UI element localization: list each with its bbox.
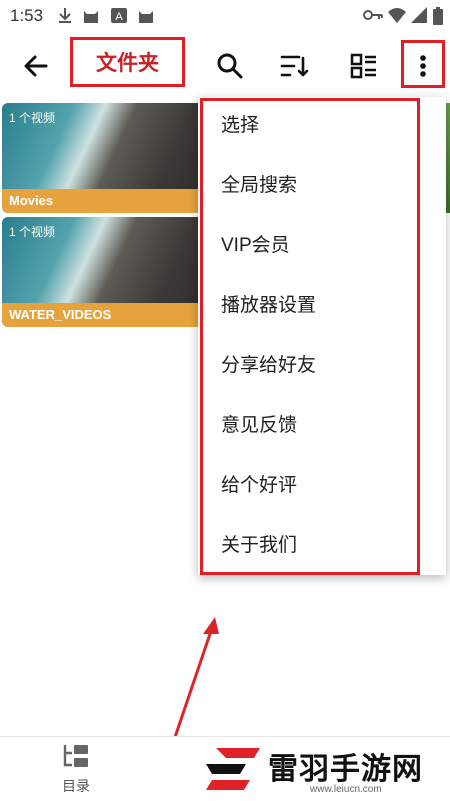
watermark-url: www.leiucn.com xyxy=(310,784,382,795)
menu-item-share[interactable]: 分享给好友 xyxy=(221,346,316,386)
svg-text:A: A xyxy=(115,11,123,23)
status-bar: 1:53 A xyxy=(0,0,450,32)
nav-item-directory[interactable]: 目录 xyxy=(48,743,104,796)
nav-label: 目录 xyxy=(62,778,90,794)
list-view-icon[interactable] xyxy=(346,48,382,84)
key-icon xyxy=(363,10,383,20)
search-icon[interactable] xyxy=(212,48,248,84)
battery-icon xyxy=(433,7,443,25)
video-count: 1 个视频 xyxy=(9,111,56,125)
cat-icon xyxy=(84,11,98,23)
folder-name: Movies xyxy=(2,189,212,213)
menu-item-global-search[interactable]: 全局搜索 xyxy=(221,166,297,206)
folder-card[interactable]: 1 个视频 Movies xyxy=(2,103,212,213)
watermark: 雷羽手游网 www.leiucn.com xyxy=(200,738,450,800)
more-vertical-icon[interactable] xyxy=(405,48,441,84)
download-icon xyxy=(59,8,71,23)
watermark-text: 雷羽手游网 xyxy=(268,753,423,786)
page-title-text: 文件夹 xyxy=(96,52,159,75)
menu-item-feedback[interactable]: 意见反馈 xyxy=(221,406,297,446)
app-bar: 文件夹 xyxy=(0,34,450,98)
menu-item-vip[interactable]: VIP会员 xyxy=(221,226,290,266)
directory-icon xyxy=(63,745,88,767)
folder-name: WATER_VIDEOS xyxy=(2,303,212,327)
watermark-logo-icon xyxy=(206,748,260,790)
menu-item-player-settings[interactable]: 播放器设置 xyxy=(221,286,316,326)
signal-icon xyxy=(411,7,427,23)
cat-icon-2 xyxy=(139,11,153,23)
video-count: 1 个视频 xyxy=(9,225,56,239)
wifi-icon xyxy=(388,8,406,23)
menu-item-about[interactable]: 关于我们 xyxy=(221,526,297,566)
menu-item-rate[interactable]: 给个好评 xyxy=(221,466,297,506)
status-time: 1:53 xyxy=(10,6,44,25)
app-a-icon: A xyxy=(111,8,127,23)
page-title: 文件夹 xyxy=(70,37,185,87)
folder-card[interactable]: 1 个视频 WATER_VIDEOS xyxy=(2,217,212,327)
menu-item-select[interactable]: 选择 xyxy=(221,106,259,146)
arrow-left-icon[interactable] xyxy=(18,48,54,84)
sort-icon[interactable] xyxy=(276,48,312,84)
